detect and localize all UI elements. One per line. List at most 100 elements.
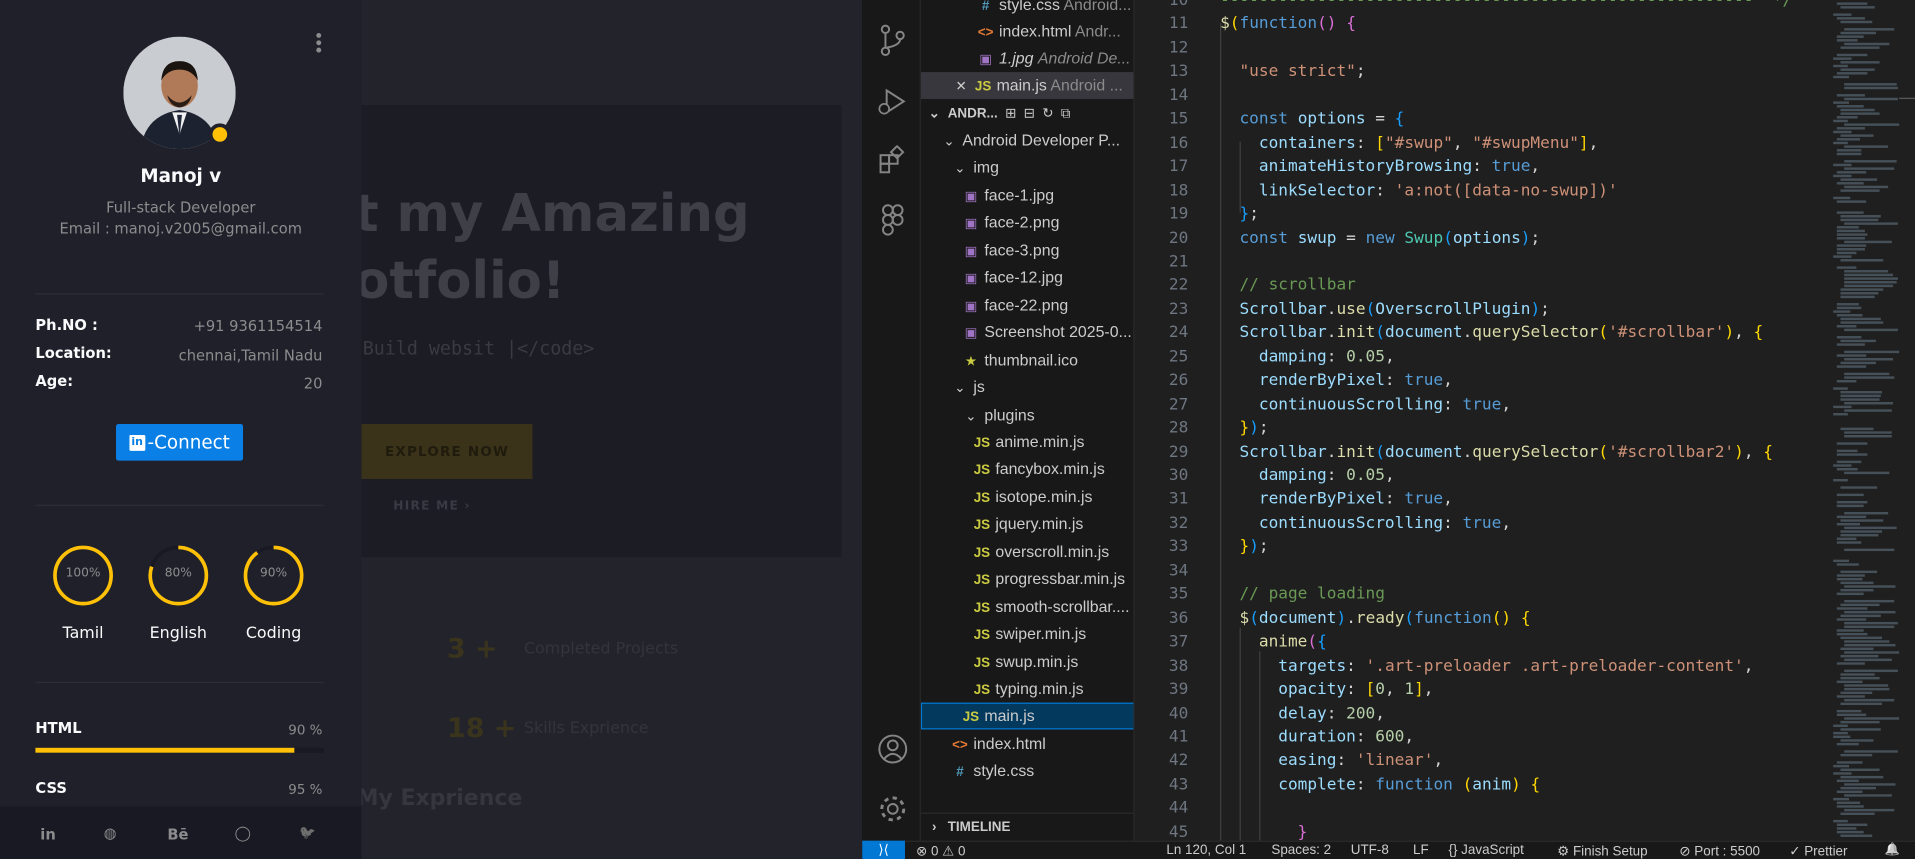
live-server-port[interactable]: ⊘ Port : 5500 <box>1679 843 1760 859</box>
code-text: renderByPixel: true, <box>1220 488 1453 512</box>
code-token: . <box>1326 300 1337 319</box>
cursor-position[interactable]: Ln 120, Col 1 <box>1166 843 1246 858</box>
minimap-row <box>1836 343 1865 346</box>
tree-file[interactable]: JS overscroll.min.js <box>921 539 1134 566</box>
minimap-row <box>1844 376 1895 379</box>
line-number: 19 <box>1168 205 1189 224</box>
code-token: ; <box>1540 300 1550 319</box>
linkedin-connect-button[interactable]: in -Connect <box>116 423 244 461</box>
indentation-setting[interactable]: Spaces: 2 <box>1271 843 1331 858</box>
minimap-row <box>1840 259 1884 262</box>
tree-file[interactable]: ▣ face-22.png <box>921 292 1134 319</box>
figma-icon[interactable] <box>881 204 905 236</box>
explore-now-button[interactable]: EXPLORE NOW <box>361 423 533 479</box>
tree-file[interactable]: JS anime.min.js <box>921 429 1134 456</box>
minimap-row <box>1840 61 1880 64</box>
github-icon[interactable]: ◯ <box>234 825 250 842</box>
tree-file[interactable]: ▣ face-1.jpg <box>921 182 1134 209</box>
problems-indicator[interactable]: ⊗ 0 ⚠ 0 <box>916 843 965 859</box>
twitter-icon[interactable]: 🐦 <box>299 825 316 841</box>
line-number: 13 <box>1168 62 1189 82</box>
tree-folder[interactable]: ⌄ js <box>921 374 1134 401</box>
minimap[interactable] <box>1828 0 1915 841</box>
eol-setting[interactable]: LF <box>1413 843 1429 858</box>
code-line: 16 containers: ["#swup", "#swupMenu"], <box>1135 132 1829 156</box>
behance-icon[interactable]: Bē <box>167 826 188 843</box>
run-debug-icon[interactable] <box>877 86 909 118</box>
tree-folder[interactable]: ⌄ img <box>921 154 1134 181</box>
portfolio-preview: t my Amazing otfolio! Build websit |</co… <box>0 0 863 859</box>
explorer-actions[interactable]: ⊞⊟↻⧉ <box>1005 106 1078 121</box>
more-options-icon[interactable] <box>310 29 327 56</box>
open-editor-item[interactable]: ▣ 1.jpg Android De... <box>921 45 1134 72</box>
code-token: : <box>1384 490 1405 509</box>
code-token: } <box>1239 419 1250 438</box>
code-line: 22 // scrollbar <box>1135 274 1829 298</box>
code-line: 40 delay: 200, <box>1135 702 1829 726</box>
code-token: delay <box>1278 704 1327 723</box>
tree-file[interactable]: JS progressbar.min.js <box>921 566 1134 593</box>
skill-bar-fill <box>35 747 295 753</box>
code-line: 44 <box>1135 797 1829 821</box>
code-token: 0.05 <box>1346 347 1385 367</box>
settings-gear-icon[interactable] <box>877 793 909 825</box>
tree-file[interactable]: JS jquery.min.js <box>921 511 1134 538</box>
open-editor-item-active[interactable]: ✕ JS main.js Android ... <box>920 72 1134 100</box>
remote-indicator-icon[interactable]: ⟩⟨ <box>862 840 905 859</box>
minimap-row <box>1836 790 1863 794</box>
tree-file[interactable]: ▣ face-2.png <box>921 209 1134 236</box>
tree-file[interactable]: ▣ Screenshot 2025-0... <box>921 319 1134 346</box>
tree-file[interactable]: ▣ face-12.jpg <box>921 264 1134 291</box>
minimap-row <box>1833 57 1852 60</box>
code-token: , <box>1501 514 1512 533</box>
tree-folder[interactable]: ⌄ plugins <box>921 401 1134 428</box>
dribbble-icon[interactable]: ◍ <box>104 825 117 842</box>
account-icon[interactable] <box>877 733 909 765</box>
code-token: OverscrollPlugin <box>1375 300 1531 319</box>
code-token: '#scrollbar' <box>1608 324 1725 343</box>
tree-file[interactable]: <> index.html <box>921 731 1134 758</box>
finish-setup-button[interactable]: ⚙ Finish Setup <box>1557 843 1647 859</box>
line-number: 25 <box>1168 347 1189 367</box>
tree-file[interactable]: ▣ face-3.png <box>921 237 1134 264</box>
tree-file[interactable]: JS smooth-scrollbar.... <box>921 593 1134 620</box>
line-number: 18 <box>1168 181 1189 200</box>
minimap-row <box>1840 673 1875 676</box>
close-icon[interactable]: ✕ <box>953 73 970 100</box>
tree-file[interactable]: ★ thumbnail.ico <box>921 347 1134 374</box>
code-token: ----------------------------------------… <box>1220 0 1793 10</box>
tree-file[interactable]: JS swiper.min.js <box>921 621 1134 648</box>
hire-me-link[interactable]: HIRE ME › <box>393 500 471 513</box>
code-token: 'a:not([data-no-swup])' <box>1394 181 1618 200</box>
prettier-status[interactable]: ✓ Prettier <box>1789 843 1847 859</box>
code-editor[interactable]: 10 --------------------------------------… <box>1134 0 1829 841</box>
minimap-row <box>1836 336 1862 339</box>
tree-file[interactable]: JS fancybox.min.js <box>921 456 1134 483</box>
encoding-setting[interactable]: UTF-8 <box>1351 843 1389 858</box>
timeline-section[interactable]: › TIMELINE <box>920 812 1134 840</box>
tree-item-label: progressbar.min.js <box>995 569 1126 588</box>
js-file-icon: JS <box>973 573 991 588</box>
code-token: // scrollbar <box>1239 276 1356 295</box>
workspace-section-header[interactable]: ⌄ ANDR... ⊞⊟↻⧉ <box>921 100 1134 127</box>
bell-icon[interactable]: 🔔 <box>1884 843 1899 856</box>
tree-folder[interactable]: ⌄ Android Developer P... <box>921 127 1134 154</box>
tree-file[interactable]: JS isotope.min.js <box>921 484 1134 511</box>
language-mode[interactable]: {} JavaScript <box>1448 843 1523 858</box>
hero-typing-code: Build websit |</code> <box>362 337 595 360</box>
tree-file[interactable]: JS main.js <box>920 703 1134 731</box>
tree-file[interactable]: JS swup.min.js <box>921 648 1134 675</box>
tree-file[interactable]: # style.css <box>921 758 1134 785</box>
open-editor-item[interactable]: # style.css Android... <box>921 0 1134 18</box>
tree-file[interactable]: JS typing.min.js <box>921 676 1134 703</box>
code-text: const swup = new Swup(options); <box>1220 227 1540 251</box>
source-control-icon[interactable] <box>879 24 906 56</box>
minimap-row <box>1836 72 1868 75</box>
extensions-icon[interactable] <box>878 145 907 174</box>
folder-icon: ⌄ <box>954 161 966 177</box>
linkedin-icon[interactable]: in <box>40 826 55 843</box>
open-editor-item[interactable]: <> index.html Andr... <box>921 18 1134 45</box>
minimap-row <box>1836 574 1865 577</box>
